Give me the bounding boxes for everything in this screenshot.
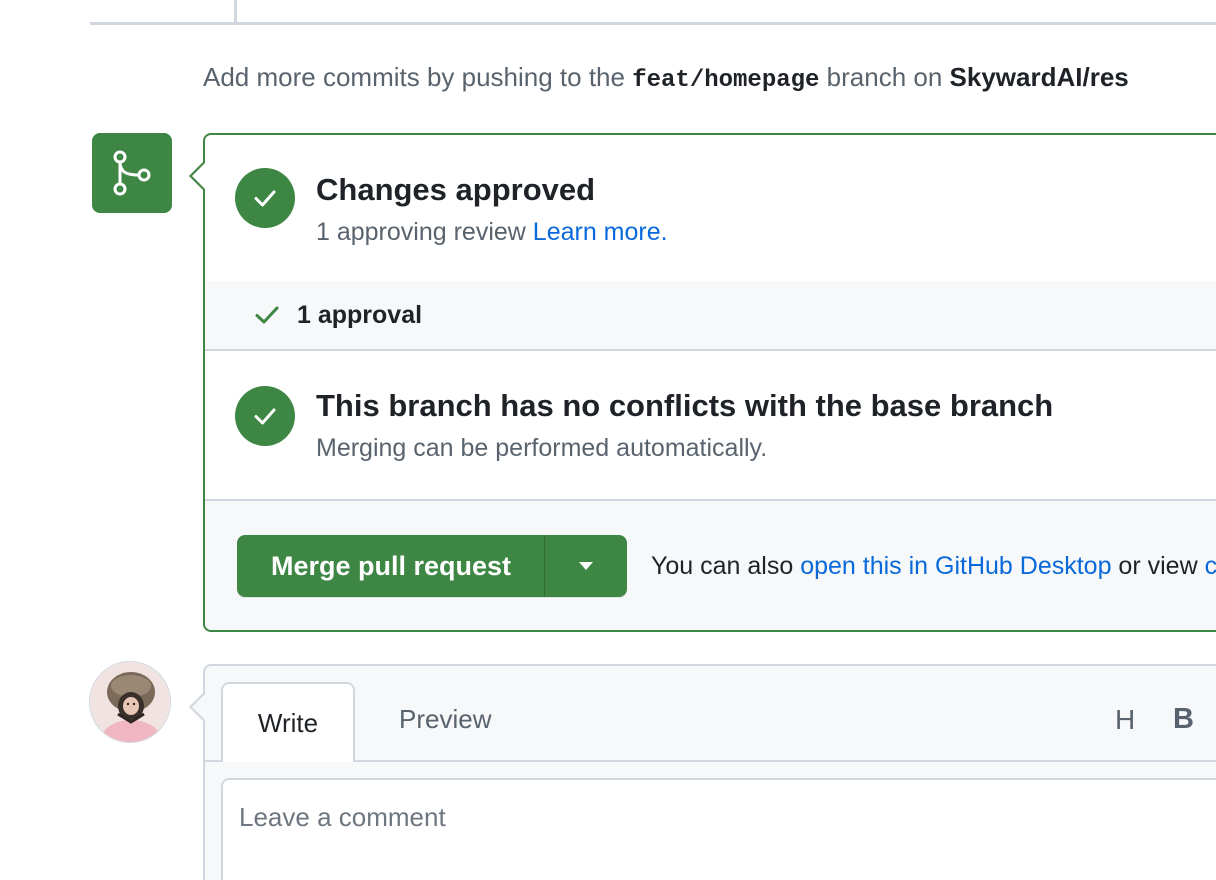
timeline-divider-fragment [234, 0, 237, 22]
tab-preview[interactable]: Preview [399, 704, 491, 735]
no-conflicts-section: This branch has no conflicts with the ba… [205, 351, 1216, 501]
comment-box: Write Preview H B [189, 664, 1216, 880]
merge-note-middle: or view [1111, 552, 1205, 580]
push-hint-prefix: Add more commits by pushing to the [203, 62, 633, 92]
check-circle-icon [235, 168, 295, 228]
merge-action-section: Merge pull request You can also open thi… [205, 501, 1216, 630]
heading-tool-button[interactable]: H [1115, 704, 1135, 736]
repo-name: SkywardAI/res [949, 62, 1129, 92]
learn-more-link[interactable]: Learn more. [533, 218, 668, 246]
push-hint-middle: branch on [819, 62, 950, 92]
tab-write[interactable]: Write [221, 682, 355, 762]
check-circle-icon [235, 386, 295, 446]
merge-note-prefix: You can also [651, 552, 801, 580]
open-github-desktop-link[interactable]: open this in GitHub Desktop [800, 552, 1111, 580]
merge-button-group: Merge pull request [237, 535, 628, 597]
merge-box: Changes approved 1 approving review Lear… [189, 133, 1216, 632]
command-line-link[interactable]: c [1205, 552, 1216, 580]
git-merge-icon [92, 133, 172, 213]
tab-bar-divider [205, 760, 1216, 762]
merge-alternatives-note: You can also open this in GitHub Desktop… [651, 552, 1216, 581]
bold-tool-button[interactable]: B [1173, 703, 1194, 736]
no-conflicts-subtitle: Merging can be performed automatically. [316, 434, 768, 462]
approval-row[interactable]: 1 approval [205, 281, 1216, 351]
changes-approved-section: Changes approved 1 approving review Lear… [205, 135, 1216, 281]
triangle-down-icon [579, 562, 594, 570]
comment-input[interactable] [221, 778, 1216, 880]
approval-count-label: 1 approval [297, 301, 423, 329]
approving-review-count: 1 approving review [316, 218, 533, 246]
changes-approved-subtitle: 1 approving review Learn more. [316, 218, 668, 247]
merge-method-dropdown[interactable] [544, 535, 628, 597]
timeline-rule [90, 22, 1216, 25]
changes-approved-title: Changes approved [316, 172, 596, 207]
merge-pull-request-button[interactable]: Merge pull request [237, 535, 545, 597]
branch-name: feat/homepage [632, 67, 820, 94]
push-hint: Add more commits by pushing to the feat/… [203, 62, 1129, 94]
check-icon [255, 306, 279, 324]
avatar[interactable] [89, 661, 171, 743]
no-conflicts-title: This branch has no conflicts with the ba… [316, 388, 1054, 423]
